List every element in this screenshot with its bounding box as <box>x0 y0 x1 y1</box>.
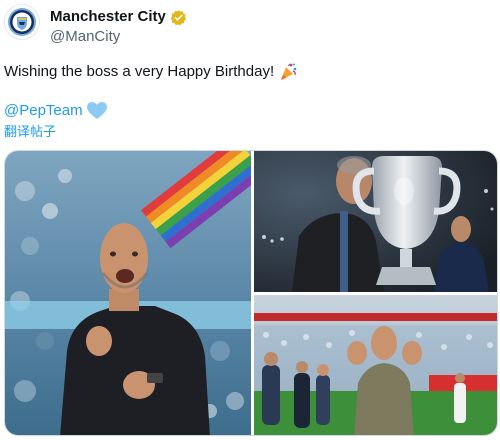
party-popper-icon <box>278 62 298 82</box>
photo-celebration[interactable] <box>5 151 251 435</box>
photo-stadium-celebration[interactable] <box>254 295 497 435</box>
mention-row: @PepTeam <box>4 102 107 120</box>
photo-celebration-icon <box>5 151 251 435</box>
translate-post-link[interactable]: 翻译帖子 <box>4 124 56 139</box>
media-grid <box>4 150 498 436</box>
tweet-text: Wishing the boss a very Happy Birthday! <box>4 63 275 80</box>
gold-verified-badge-icon[interactable] <box>170 9 187 26</box>
manchester-city-crest-icon <box>8 8 36 36</box>
tweet-text-row: Wishing the boss a very Happy Birthday! <box>4 62 298 82</box>
author-name-row: Manchester City <box>50 8 187 26</box>
light-blue-heart-icon <box>86 102 107 120</box>
photo-trophy-kiss-icon <box>254 151 497 292</box>
mention-link[interactable]: @PepTeam <box>4 102 83 120</box>
author-handle[interactable]: @ManCity <box>50 28 120 45</box>
author-name[interactable]: Manchester City <box>50 8 166 26</box>
avatar[interactable] <box>4 4 40 40</box>
photo-stadium-celebration-icon <box>254 295 497 435</box>
photo-trophy-kiss[interactable] <box>254 151 497 292</box>
